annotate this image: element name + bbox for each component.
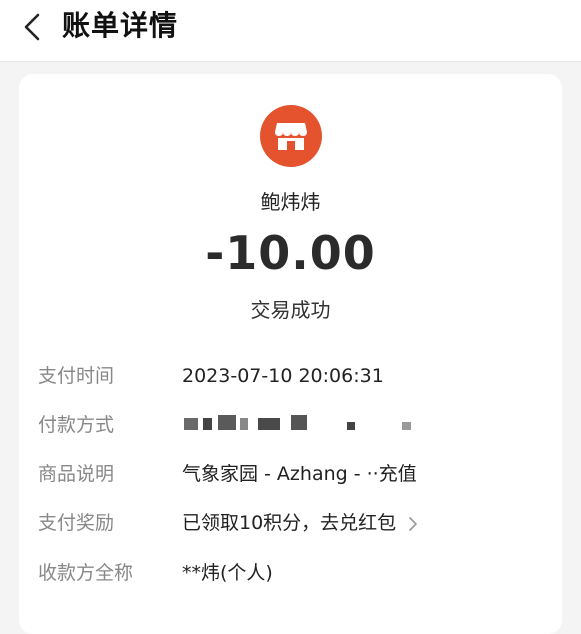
goods-value: 气象家园 - Azhang - ··充值: [182, 463, 417, 485]
payment-method-label: 付款方式: [38, 414, 115, 436]
reward-label: 支付奖励: [38, 512, 115, 534]
payee-label: 收款方全称: [38, 562, 134, 584]
merchant-logo: [260, 105, 322, 167]
detail-row-payment-method: 付款方式: [19, 409, 562, 441]
transaction-status: 交易成功: [250, 298, 331, 322]
header: 账单详情: [0, 0, 581, 62]
reward-link[interactable]: 已领取10积分，去兑红包: [182, 507, 418, 539]
store-icon: [275, 123, 307, 150]
detail-row-payee: 收款方全称 **炜(个人): [19, 557, 562, 589]
detail-row-reward[interactable]: 支付奖励 已领取10积分，去兑红包: [19, 507, 562, 539]
pay-time-label: 支付时间: [38, 365, 115, 387]
detail-row-goods: 商品说明 气象家园 - Azhang - ··充值: [19, 458, 562, 490]
bill-card: 鲍炜炜 -10.00 交易成功 支付时间 2023-07-10 20:06:31…: [19, 74, 562, 634]
detail-row-pay-time: 支付时间 2023-07-10 20:06:31: [19, 360, 562, 392]
reward-value: 已领取10积分，去兑红包: [182, 512, 397, 534]
page-title: 账单详情: [62, 9, 179, 42]
payee-value: **炜(个人): [182, 562, 273, 584]
chevron-right-icon: [409, 516, 418, 531]
chevron-left-icon: [24, 13, 40, 41]
merchant-name: 鲍炜炜: [260, 190, 321, 214]
transaction-amount: -10.00: [205, 226, 376, 280]
pay-time-value: 2023-07-10 20:06:31: [182, 365, 384, 387]
goods-label: 商品说明: [38, 463, 115, 485]
back-button[interactable]: [14, 9, 50, 45]
